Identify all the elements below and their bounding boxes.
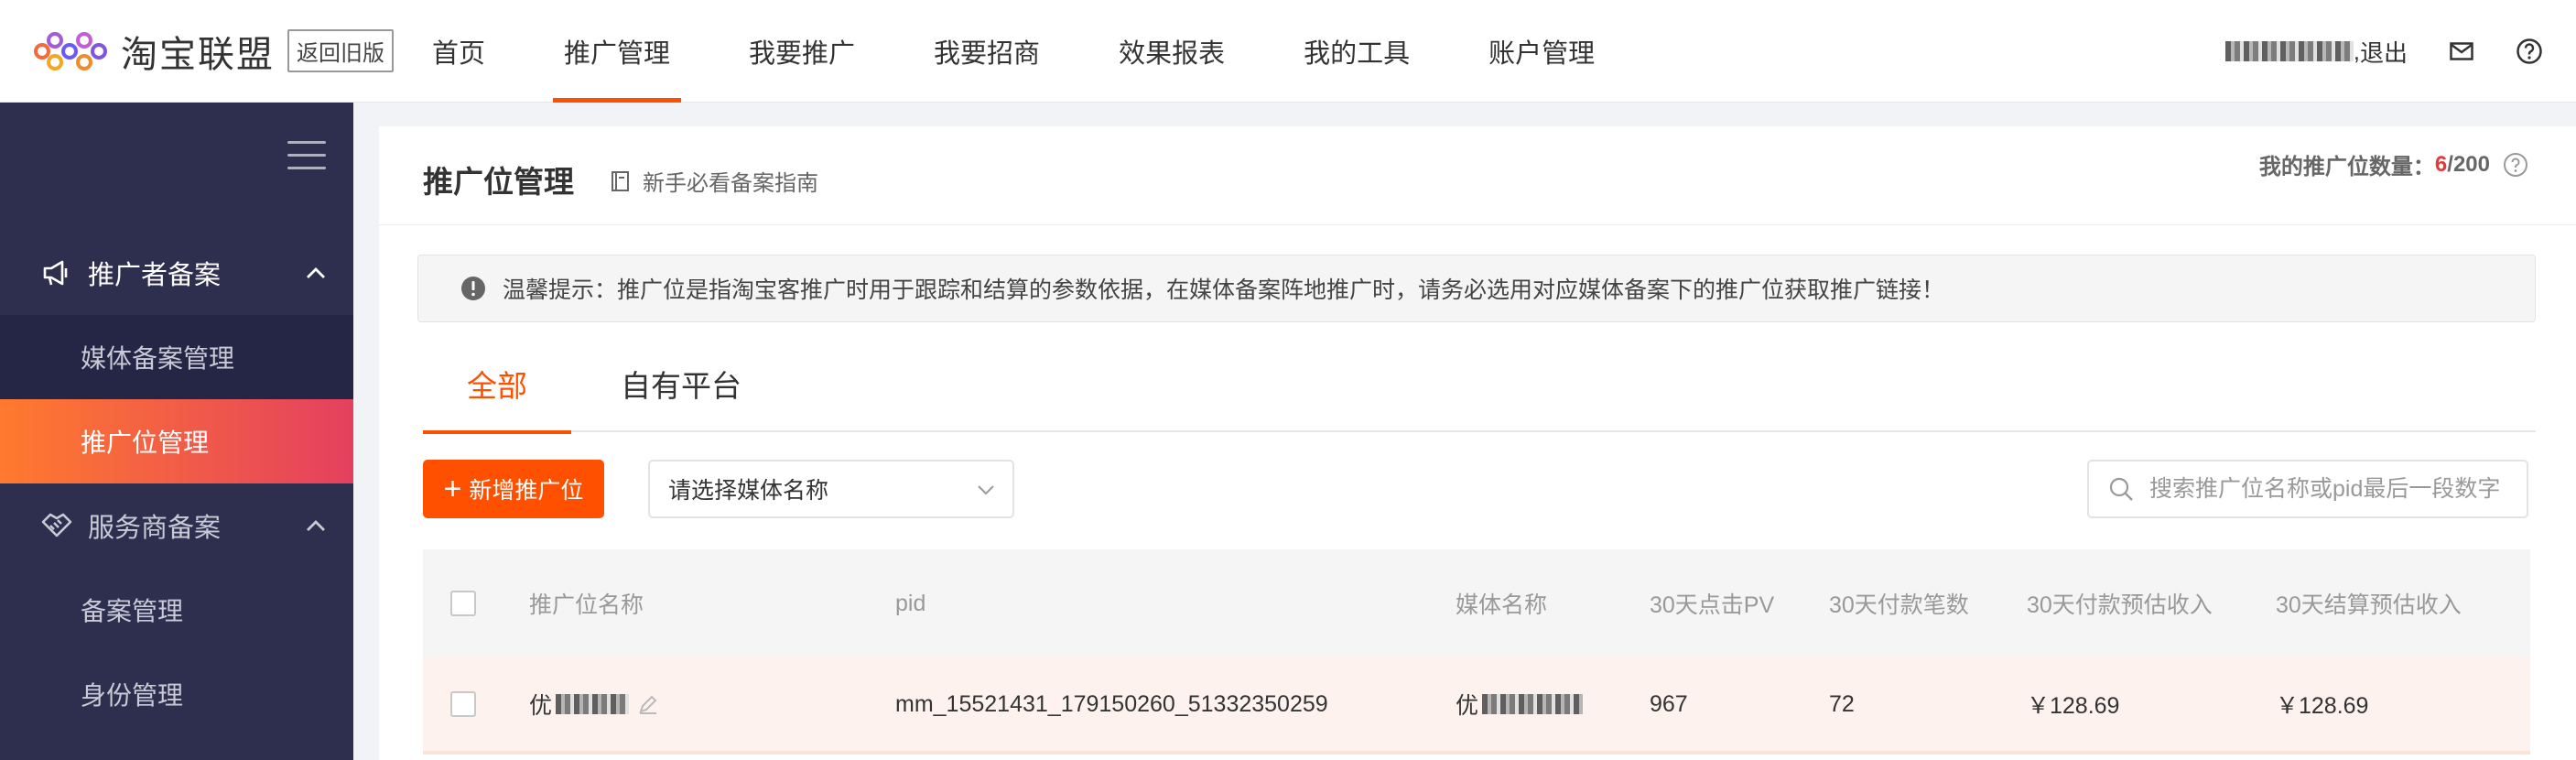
chevron-down-icon — [978, 485, 994, 495]
quota-total: /200 — [2447, 151, 2490, 177]
nav-tools[interactable]: 我的工具 — [1293, 0, 1421, 103]
add-adzone-label: 新增推广位 — [469, 478, 584, 504]
username-redacted — [2224, 41, 2354, 61]
row-checkbox-cell — [450, 657, 476, 751]
nav-reports[interactable]: 效果报表 — [1108, 0, 1236, 103]
media-name-cell: 优 — [1456, 657, 1584, 751]
page-title: 推广位管理 — [423, 165, 574, 199]
sidebar-item-adzone-management[interactable]: 推广位管理 — [0, 399, 353, 483]
adzone-name-cell: 优 — [529, 657, 660, 751]
guide-link-label: 新手必看备案指南 — [643, 171, 818, 196]
quota-used: 6 — [2434, 151, 2448, 177]
book-icon — [612, 170, 629, 191]
column-header-pay-income: 30天付款预估收入 — [2027, 592, 2213, 618]
back-to-old-version-button[interactable]: 返回旧版 — [287, 29, 394, 72]
beginner-guide-link[interactable]: 新手必看备案指南 — [610, 165, 818, 197]
search-input[interactable] — [2149, 475, 2516, 503]
quota-label: 我的推广位数量： — [2258, 155, 2435, 179]
main-content: 推广位管理 新手必看备案指南 我的推广位数量： 6 /200 温馨提示：推广位是… — [379, 126, 2576, 760]
media-name: 优 — [1456, 693, 1479, 719]
column-header-media: 媒体名称 — [1456, 592, 1548, 618]
help-icon[interactable] — [2516, 38, 2543, 65]
add-adzone-button[interactable]: + 新增推广位 — [423, 460, 604, 518]
adzone-quota: 我的推广位数量： 6 /200 — [2259, 148, 2528, 180]
pv-cell: 967 — [1650, 690, 1688, 717]
row-checkbox[interactable] — [450, 691, 476, 717]
sidebar: 推广者备案 媒体备案管理 推广位管理 服务商备案 备案管理 身份管理 — [0, 103, 353, 760]
settle-income-cell: ￥128.69 — [2276, 693, 2369, 719]
megaphone-icon — [40, 256, 73, 289]
edit-pencil-icon[interactable] — [636, 692, 660, 716]
user-area: , 退出 — [2222, 0, 2543, 103]
column-header-name: 推广位名称 — [529, 592, 644, 618]
notice-text: 温馨提示：推广位是指淘宝客推广时用于跟踪和结算的参数依据，在媒体备案阵地推广时，… — [503, 277, 1945, 303]
sidebar-item-identity-management[interactable]: 身份管理 — [0, 652, 353, 736]
top-navigation-bar: 淘宝联盟 返回旧版 首页 推广管理 我要推广 我要招商 效果报表 我的工具 账户… — [0, 0, 2576, 103]
handshake-icon — [40, 509, 73, 542]
tab-all[interactable]: 全部 — [423, 335, 571, 434]
help-circle-icon[interactable] — [2503, 152, 2528, 178]
tab-own-platform[interactable]: 自有平台 — [621, 335, 741, 432]
chevron-up-icon — [307, 267, 325, 278]
sidebar-group-label: 服务商备案 — [88, 514, 222, 543]
sidebar-group-label: 推广者备案 — [88, 261, 222, 290]
select-all-checkbox[interactable] — [450, 591, 476, 616]
sidebar-item-filing-management[interactable]: 备案管理 — [0, 568, 353, 652]
nav-promotion-management[interactable]: 推广管理 — [553, 0, 682, 103]
main-nav: 首页 推广管理 我要推广 我要招商 效果报表 我的工具 账户管理 — [421, 0, 1662, 103]
search-icon — [2109, 477, 2133, 501]
tab-bar: 全部 自有平台 — [423, 335, 2536, 434]
mail-icon[interactable] — [2448, 38, 2475, 65]
adzone-name: 优 — [529, 693, 553, 719]
brand-name: 淘宝联盟 — [121, 34, 275, 75]
adzone-name-redacted — [556, 694, 630, 714]
header-checkbox-cell — [450, 549, 476, 657]
adzone-table: 推广位名称 pid 媒体名称 30天点击PV 30天付款笔数 30天付款预估收入… — [423, 549, 2530, 755]
pay-income-cell: ￥128.69 — [2027, 693, 2120, 719]
orders-cell: 72 — [1829, 690, 1855, 717]
nav-merchant-recruit[interactable]: 我要招商 — [923, 0, 1051, 103]
media-name-redacted — [1482, 694, 1584, 714]
media-name-select[interactable]: 请选择媒体名称 — [648, 460, 1014, 518]
sidebar-group-promoter-filing[interactable]: 推广者备案 — [0, 231, 353, 315]
table-header: 推广位名称 pid 媒体名称 30天点击PV 30天付款笔数 30天付款预估收入… — [423, 549, 2530, 657]
table-row[interactable]: 优 mm_15521431_179150260_51332350259 优 96… — [423, 657, 2530, 755]
column-header-orders: 30天付款笔数 — [1829, 592, 1969, 618]
column-header-pv: 30天点击PV — [1650, 592, 1775, 618]
sidebar-item-media-filing[interactable]: 媒体备案管理 — [0, 315, 353, 399]
pid-cell: mm_15521431_179150260_51332350259 — [895, 690, 1328, 717]
chevron-up-icon — [307, 520, 325, 531]
nav-home[interactable]: 首页 — [421, 0, 496, 103]
brand-logo[interactable]: 淘宝联盟 返回旧版 — [33, 0, 394, 103]
media-select-value: 请选择媒体名称 — [668, 478, 829, 504]
adzone-search-box[interactable] — [2087, 460, 2528, 518]
menu-toggle-icon[interactable] — [287, 141, 326, 170]
alimama-logo-icon — [33, 29, 110, 73]
page-header: 推广位管理 新手必看备案指南 我的推广位数量： 6 /200 — [379, 126, 2576, 225]
sidebar-group-provider-filing[interactable]: 服务商备案 — [0, 483, 353, 568]
info-icon — [461, 277, 485, 300]
plus-icon: + — [443, 472, 462, 506]
logout-link[interactable]: 退出 — [2360, 35, 2408, 69]
nav-account[interactable]: 账户管理 — [1477, 0, 1606, 103]
column-header-settle-income: 30天结算预估收入 — [2276, 592, 2462, 618]
nav-promote[interactable]: 我要推广 — [738, 0, 866, 103]
username-separator: , — [2353, 37, 2360, 65]
warm-tip-notice: 温馨提示：推广位是指淘宝客推广时用于跟踪和结算的参数依据，在媒体备案阵地推广时，… — [417, 255, 2536, 322]
column-header-pid: pid — [895, 590, 926, 616]
